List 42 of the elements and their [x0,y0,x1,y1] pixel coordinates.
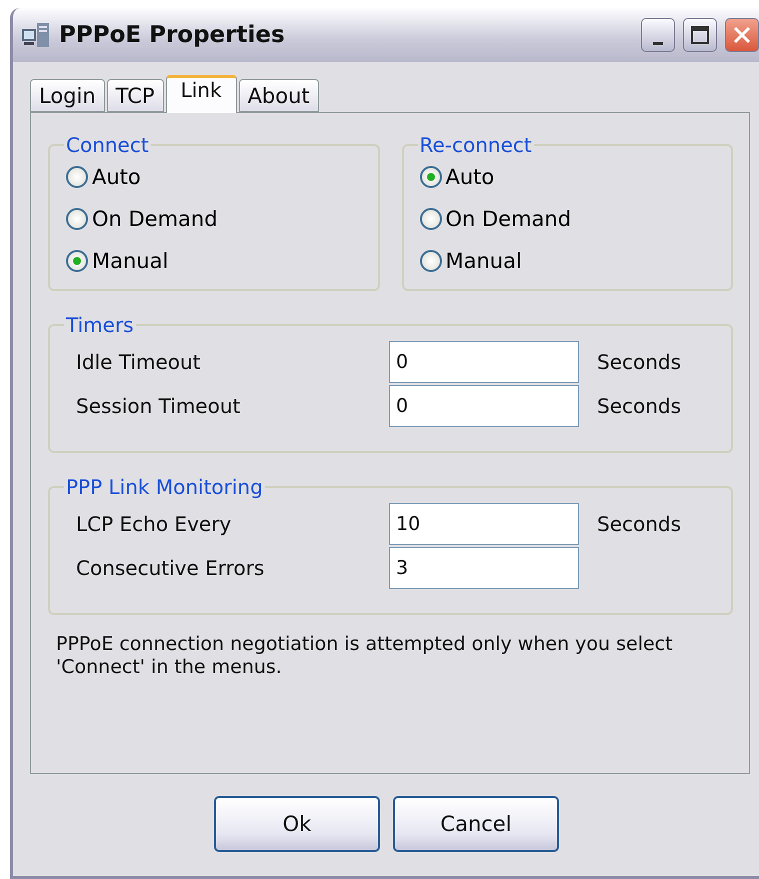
group-title: Connect [65,133,150,157]
tab[interactable]: TCP [106,79,164,112]
field-label: Session Timeout [76,394,242,418]
minimize-button[interactable] [641,18,675,52]
minimize-icon [653,42,663,44]
tab[interactable]: Login [30,79,105,112]
radio-button[interactable] [420,208,442,230]
close-icon [732,25,752,45]
radio-option[interactable]: On Demand [66,203,378,235]
group-title: PPP Link Monitoring [65,475,264,499]
field-label: Consecutive Errors [76,556,266,580]
info-text: PPPoE connection negotiation is attempted only when you select 'Connect' in the menus. [56,633,674,679]
input-field[interactable]: 0 [389,341,579,383]
radio-option[interactable]: Auto [66,161,378,193]
maximize-button[interactable] [683,18,717,52]
unit-label: Seconds [597,394,682,418]
network-computer-icon [21,21,51,49]
close-button[interactable] [725,18,759,52]
input-field[interactable]: 10 [389,503,579,545]
radio-option[interactable]: Manual [420,245,731,277]
ok-button[interactable]: Ok [214,796,380,852]
field-label: Idle Timeout [76,350,202,374]
radio-option[interactable]: On Demand [420,203,731,235]
tab[interactable]: About [238,79,319,112]
radio-option[interactable]: Auto [420,161,731,193]
radio-button[interactable] [66,166,88,188]
input-field[interactable]: 3 [389,547,579,589]
radio-button[interactable] [420,250,442,272]
group-title: Timers [65,313,135,337]
field-label: LCP Echo Every [76,512,232,536]
input-field[interactable]: 0 [389,385,579,427]
unit-label: Seconds [597,512,682,536]
maximize-icon [690,25,710,45]
tab[interactable]: Link [166,75,237,113]
window-title: PPPoE Properties [59,22,286,48]
radio-button[interactable] [420,166,442,188]
radio-button[interactable] [66,250,88,272]
group-title: Re-connect [418,133,533,157]
radio-option[interactable]: Manual [66,245,378,277]
unit-label: Seconds [597,350,682,374]
cancel-button[interactable]: Cancel [393,796,559,852]
radio-button[interactable] [66,208,88,230]
